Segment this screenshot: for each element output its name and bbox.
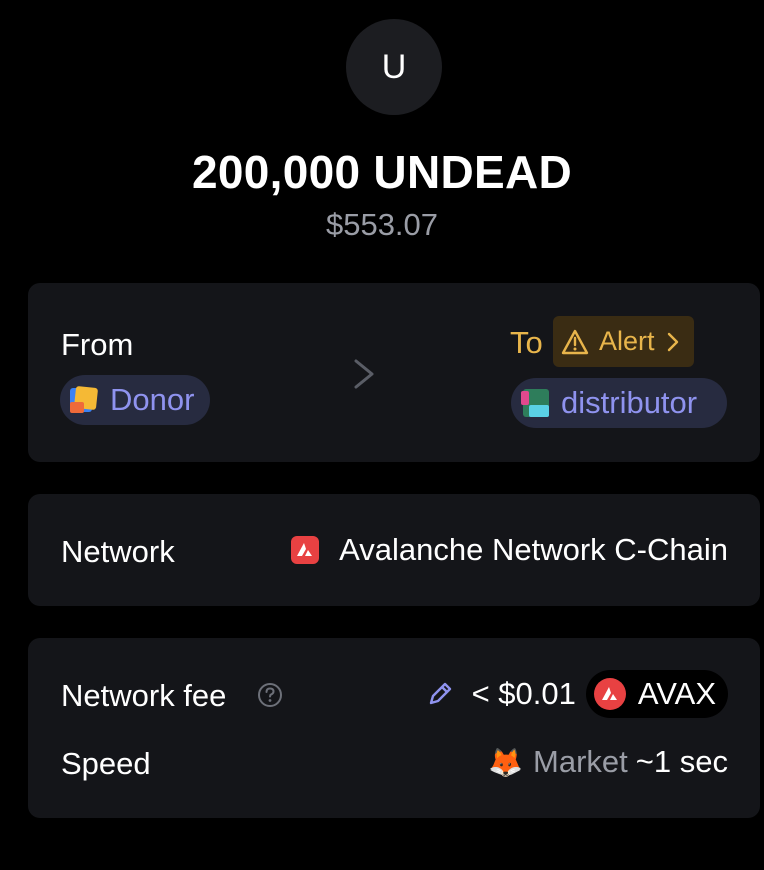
- network-name: Avalanche Network C-Chain: [339, 532, 728, 567]
- avalanche-logo-icon: [593, 678, 626, 710]
- from-account-name: Donor: [110, 382, 195, 417]
- alert-button[interactable]: Alert: [553, 316, 694, 367]
- from-account-pill[interactable]: Donor: [60, 375, 211, 425]
- network-label: Network: [61, 534, 175, 569]
- alert-label: Alert: [599, 326, 655, 356]
- network-value: Avalanche Network C-Chain: [291, 532, 728, 568]
- chevron-right-icon: [354, 359, 374, 389]
- speed-name: Market: [533, 744, 628, 779]
- fee-card: Network fee < $0.01 AVAX Speed 🦊 Market …: [28, 638, 760, 818]
- fee-value-row: < $0.01 AVAX: [426, 670, 728, 718]
- to-account-pill[interactable]: distributor: [511, 378, 727, 428]
- to-label: To: [510, 325, 543, 360]
- network-fee-label: Network fee: [61, 678, 227, 713]
- fox-emoji-icon: 🦊: [488, 746, 524, 778]
- avalanche-logo-icon: [291, 536, 320, 564]
- fee-amount: < $0.01: [471, 676, 576, 711]
- transaction-confirmation: U 200,000 UNDEAD $553.07 From Donor To A…: [0, 0, 764, 870]
- pencil-icon[interactable]: [426, 680, 454, 708]
- chevron-right-icon: [667, 332, 678, 351]
- transfer-card: From Donor To Alert distributor: [28, 283, 760, 462]
- distributor-account-icon: [521, 389, 549, 417]
- fee-token: AVAX: [637, 676, 716, 711]
- warning-icon: [561, 329, 589, 354]
- token-amount: 200,000 UNDEAD: [191, 146, 573, 198]
- speed-selector[interactable]: 🦊 Market ~1 sec: [488, 744, 728, 780]
- donor-account-icon: [70, 386, 98, 413]
- network-card: Network Avalanche Network C-Chain: [28, 494, 760, 606]
- token-avatar-letter: U: [381, 47, 407, 86]
- question-circle-icon[interactable]: [257, 682, 283, 708]
- from-label: From: [61, 327, 134, 362]
- to-account-name: distributor: [561, 385, 698, 420]
- speed-time: ~1 sec: [635, 744, 728, 779]
- token-avatar: U: [346, 19, 442, 115]
- speed-label: Speed: [61, 746, 151, 781]
- token-usd-value: $553.07: [325, 207, 439, 242]
- fee-token-pill: AVAX: [585, 670, 728, 718]
